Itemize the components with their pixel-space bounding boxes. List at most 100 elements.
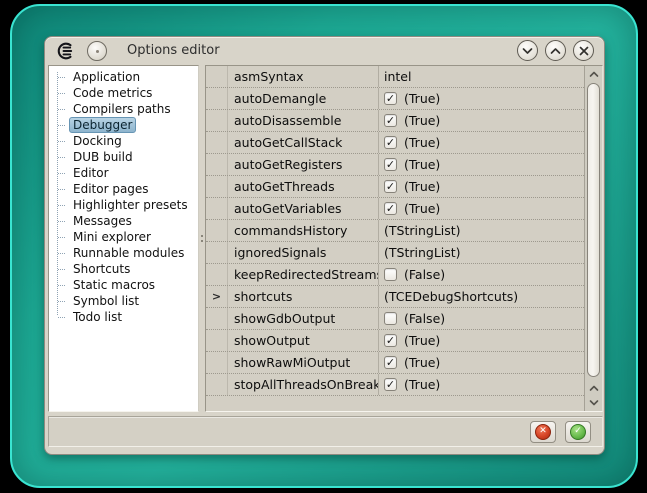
sidebar-item-editor[interactable]: Editor <box>49 165 198 181</box>
sidebar-item-mini-explorer[interactable]: Mini explorer <box>49 229 198 245</box>
sidebar-item-label: Static macros <box>69 277 159 293</box>
checkbox-checked-icon[interactable]: ✓ <box>384 92 397 105</box>
property-value-text: (True) <box>404 113 440 128</box>
property-value-cell: (TStringList) <box>378 220 584 241</box>
tree-branch-line <box>58 317 65 318</box>
app-logo-icon <box>55 42 75 60</box>
tree-branch-line <box>58 173 65 174</box>
scroll-down-button[interactable] <box>585 395 602 410</box>
scroll-up-button[interactable] <box>585 67 602 82</box>
tree-branch-line <box>58 285 65 286</box>
sidebar-item-messages[interactable]: Messages <box>49 213 198 229</box>
sidebar-item-application[interactable]: Application <box>49 69 198 85</box>
row-gutter <box>206 154 228 175</box>
property-name: autoGetThreads <box>228 179 378 194</box>
row-gutter <box>206 220 228 241</box>
sidebar-item-editor-pages[interactable]: Editor pages <box>49 181 198 197</box>
checkbox-checked-icon[interactable]: ✓ <box>384 378 397 391</box>
sidebar-item-docking[interactable]: Docking <box>49 133 198 149</box>
category-list-panel: ApplicationCode metricsCompilers pathsDe… <box>48 65 199 412</box>
sidebar-item-label: Application <box>69 69 144 85</box>
checkbox-checked-icon[interactable]: ✓ <box>384 136 397 149</box>
tree-branch-line <box>58 109 65 110</box>
category-tree: ApplicationCode metricsCompilers pathsDe… <box>49 66 198 325</box>
property-value-cell: ✓ (True) <box>378 154 584 175</box>
property-value-cell: ✓(True) <box>378 198 584 219</box>
property-name: stopAllThreadsOnBreak <box>228 377 378 392</box>
tree-branch-line <box>58 189 65 190</box>
sidebar-item-runnable-modules[interactable]: Runnable modules <box>49 245 198 261</box>
sidebar-item-static-macros[interactable]: Static macros <box>49 277 198 293</box>
property-row-autoGetVariables[interactable]: autoGetVariables✓(True) <box>206 198 584 220</box>
property-value-text: (False) <box>404 311 445 326</box>
scrollbar-thumb[interactable] <box>587 83 600 377</box>
property-row-autoDisassemble[interactable]: autoDisassemble✓(True) <box>206 110 584 132</box>
maximize-button[interactable] <box>545 40 566 61</box>
sidebar-item-label: Runnable modules <box>69 245 188 261</box>
property-row-ignoredSignals[interactable]: ignoredSignals(TStringList) <box>206 242 584 264</box>
sidebar-item-shortcuts[interactable]: Shortcuts <box>49 261 198 277</box>
property-row-showGdbOutput[interactable]: showGdbOutput(False) <box>206 308 584 330</box>
property-row-keepRedirectedStreams[interactable]: keepRedirectedStreams(False) <box>206 264 584 286</box>
sidebar-item-label: Symbol list <box>69 293 143 309</box>
property-row-autoGetRegisters[interactable]: autoGetRegisters✓(True) <box>206 154 584 176</box>
row-gutter <box>206 242 228 263</box>
close-button[interactable] <box>573 40 594 61</box>
sidebar-item-label: Editor <box>69 165 113 181</box>
expand-arrow-icon[interactable]: > <box>206 286 228 307</box>
sidebar-item-code-metrics[interactable]: Code metrics <box>49 85 198 101</box>
property-row-showRawMiOutput[interactable]: showRawMiOutput ✓ (True) <box>206 352 584 374</box>
property-name: autoDemangle <box>228 91 378 106</box>
property-value-cell: ✓ (True) <box>378 352 584 373</box>
checkbox-checked-icon[interactable]: ✓ <box>384 334 397 347</box>
minimize-button[interactable] <box>517 40 538 61</box>
vertical-scrollbar[interactable] <box>584 66 602 411</box>
checkbox-checked-icon[interactable]: ✓ <box>384 114 397 127</box>
property-row-stopAllThreadsOnBreak[interactable]: stopAllThreadsOnBreak✓(True) <box>206 374 584 396</box>
property-row-autoGetCallStack[interactable]: autoGetCallStack✓(True) <box>206 132 584 154</box>
sidebar-item-debugger[interactable]: Debugger <box>49 117 198 133</box>
property-name: autoGetCallStack <box>228 135 378 150</box>
property-row-autoDemangle[interactable]: autoDemangle ✓ (True) <box>206 88 584 110</box>
sidebar-item-label: Mini explorer <box>69 229 155 245</box>
property-name: showRawMiOutput <box>228 355 378 370</box>
property-value-text: (True) <box>404 157 440 172</box>
row-gutter <box>206 176 228 197</box>
property-value-text: (True) <box>404 179 440 194</box>
sidebar-item-todo-list[interactable]: Todo list <box>49 309 198 325</box>
sidebar-item-symbol-list[interactable]: Symbol list <box>49 293 198 309</box>
tree-branch-line <box>58 205 65 206</box>
tree-branch-line <box>58 77 65 78</box>
checkbox-checked-icon[interactable]: ✓ <box>384 158 397 171</box>
property-name: commandsHistory <box>228 223 378 238</box>
tree-branch-line <box>58 301 65 302</box>
tree-branch-line <box>58 237 65 238</box>
checkbox-checked-icon[interactable]: ✓ <box>384 202 397 215</box>
property-row-showOutput[interactable]: showOutput✓(True) <box>206 330 584 352</box>
checkbox-checked-icon[interactable]: ✓ <box>384 356 397 369</box>
titlebar[interactable]: Options editor <box>45 37 604 64</box>
window-menu-button[interactable] <box>87 41 107 61</box>
cancel-button[interactable]: ✕ <box>530 421 556 443</box>
sidebar-item-dub-build[interactable]: DUB build <box>49 149 198 165</box>
accept-button[interactable]: ✓ <box>565 421 591 443</box>
property-row-autoGetThreads[interactable]: autoGetThreads ✓ (True) <box>206 176 584 198</box>
property-grid: asmSyntaxintelautoDemangle✓(True)autoDis… <box>205 65 603 412</box>
property-value-text: (True) <box>404 355 440 370</box>
property-row-commandsHistory[interactable]: commandsHistory(TStringList) <box>206 220 584 242</box>
row-gutter <box>206 330 228 351</box>
checkbox-unchecked-icon[interactable] <box>384 268 397 281</box>
chevron-down-icon <box>522 47 533 55</box>
sidebar-item-highlighter-presets[interactable]: Highlighter presets <box>49 197 198 213</box>
scroll-up-button-secondary[interactable] <box>585 381 602 396</box>
chevron-up-icon <box>589 385 599 392</box>
property-value-text: (True) <box>404 91 440 106</box>
sidebar-item-compilers-paths[interactable]: Compilers paths <box>49 101 198 117</box>
property-row-asmSyntax[interactable]: asmSyntaxintel <box>206 66 584 88</box>
checkbox-checked-icon[interactable]: ✓ <box>384 180 397 193</box>
checkbox-unchecked-icon[interactable] <box>384 312 397 325</box>
titlebar-buttons <box>517 40 594 61</box>
property-value-cell: ✓ (True) <box>378 176 584 197</box>
tree-branch-line <box>58 141 65 142</box>
property-row-shortcuts[interactable]: >shortcuts(TCEDebugShortcuts) <box>206 286 584 308</box>
